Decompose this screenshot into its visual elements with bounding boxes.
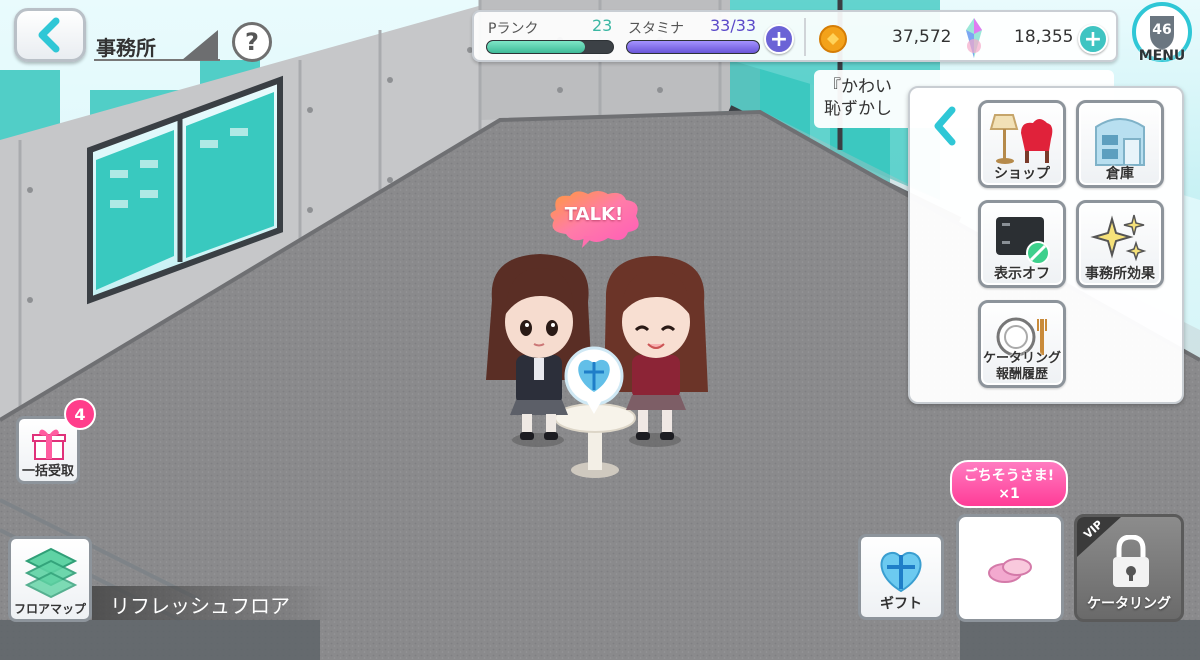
- panel-collapse-button[interactable]: [916, 98, 974, 154]
- bulk-receive-label: 一括受取: [21, 464, 74, 479]
- stamina-progress-fill: [627, 41, 759, 53]
- catering-history-label-line1: ケータリング: [982, 351, 1061, 366]
- treat-banner-count: ×1: [998, 486, 1020, 502]
- rank-label: Pランク: [488, 21, 539, 37]
- macaron-icon: [988, 558, 1032, 583]
- menu-label: MENU: [1138, 48, 1186, 64]
- floor-map-button[interactable]: フロアマップ: [8, 536, 92, 622]
- stamina-label: スタミナ: [628, 21, 684, 37]
- menu-level: 46: [1152, 22, 1172, 38]
- coin-count: 37,572: [892, 27, 952, 47]
- plus-icon: +: [769, 26, 789, 52]
- treat-banner: ごちそうさま! ×1: [950, 460, 1068, 508]
- catering-history-label: ケータリング 報酬履歴: [981, 351, 1063, 383]
- badge-count: 4: [74, 404, 86, 424]
- catering-history-label-line2: 報酬履歴: [995, 367, 1048, 382]
- display-off-label: 表示オフ: [994, 266, 1050, 282]
- shop-icon: [989, 114, 1053, 164]
- divider: [804, 18, 806, 56]
- shop-button[interactable]: ショップ: [978, 100, 1066, 188]
- page-title: 事務所: [96, 36, 156, 60]
- current-floor-name: リフレッシュフロア: [92, 586, 332, 620]
- gift-label: ギフト: [880, 596, 922, 612]
- catering-history-button[interactable]: ケータリング 報酬履歴: [978, 300, 1066, 388]
- warehouse-button[interactable]: 倉庫: [1076, 100, 1164, 188]
- office-effect-button[interactable]: 事務所効果: [1076, 200, 1164, 288]
- display-off-button[interactable]: 表示オフ: [978, 200, 1066, 288]
- office-menu-panel: ショップ 倉庫 表示オフ 事務所効果 ケータリング 報酬履歴: [908, 86, 1184, 404]
- gift-button[interactable]: ギフト: [858, 534, 944, 620]
- rank-progress-bar: [486, 40, 614, 54]
- help-button[interactable]: ?: [232, 22, 272, 62]
- gem-count: 18,355: [1014, 27, 1074, 47]
- display-off-icon: [996, 217, 1050, 265]
- status-bar: Pランク 23 スタミナ 33/33 + 37,572 18,355 +: [472, 10, 1118, 62]
- floor-map-label: フロアマップ: [13, 602, 86, 616]
- talk-label: TALK!: [564, 204, 624, 225]
- catering-button[interactable]: VIP ケータリング: [1074, 514, 1184, 622]
- layers-icon: [24, 547, 78, 599]
- back-button[interactable]: [14, 8, 86, 62]
- plus-icon: +: [1083, 26, 1103, 52]
- chevron-left-icon: [38, 17, 60, 53]
- chevron-left-icon: [934, 106, 956, 146]
- gem-icon: [966, 18, 982, 58]
- warehouse-label: 倉庫: [1106, 166, 1134, 182]
- coin-icon: [819, 25, 847, 53]
- treat-banner-title: ごちそうさま!: [963, 468, 1055, 484]
- stamina-progress-bar: [626, 40, 760, 54]
- stamina-value: 33/33: [710, 16, 757, 35]
- menu-button[interactable]: 46 MENU: [1130, 2, 1194, 68]
- shop-label: ショップ: [994, 166, 1050, 182]
- catering-label: ケータリング: [1087, 596, 1171, 612]
- lock-icon: [1113, 535, 1149, 587]
- notification-badge: 4: [64, 398, 96, 430]
- office-screen: TALK! 事務所 ? Pランク 23 スタミナ 33/33 + 37,572 …: [0, 0, 1200, 660]
- stamina-plus-button[interactable]: +: [764, 24, 794, 54]
- warehouse-icon: [1095, 118, 1145, 166]
- office-effect-label: 事務所効果: [1085, 266, 1155, 282]
- page-title-bar: 事務所: [92, 24, 222, 64]
- rank-progress-fill: [487, 41, 586, 53]
- talk-bubble[interactable]: TALK!: [544, 188, 644, 250]
- rank-value: 23: [592, 16, 613, 35]
- gift-box-icon: [32, 429, 66, 460]
- help-question-icon: ?: [245, 28, 259, 56]
- heart-gift-icon: [880, 551, 922, 593]
- sparkle-icon: [1090, 214, 1147, 262]
- treat-button[interactable]: [956, 514, 1064, 622]
- gem-plus-button[interactable]: +: [1078, 24, 1108, 54]
